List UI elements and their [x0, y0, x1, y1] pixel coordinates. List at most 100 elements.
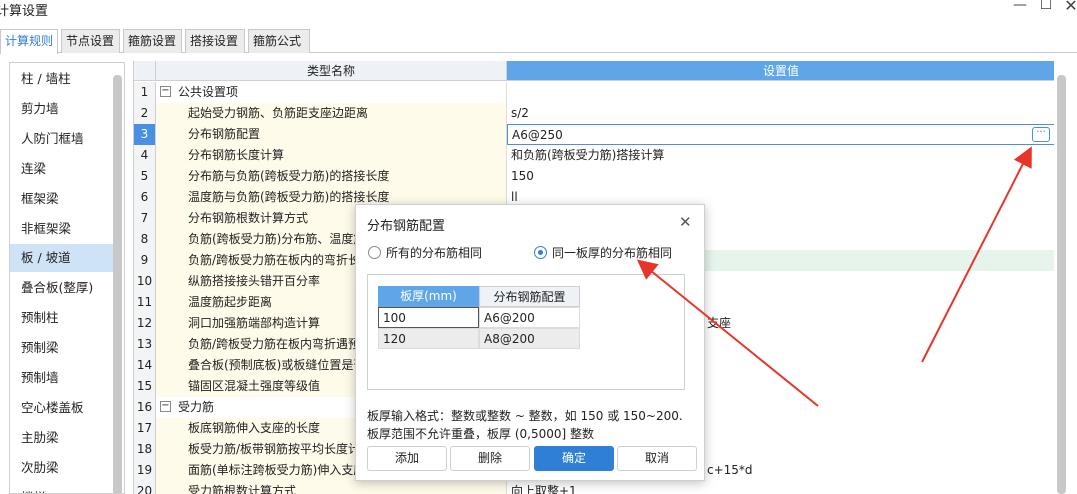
table-row[interactable]: 1 − 公共设置项 — [134, 82, 1054, 103]
collapse-icon[interactable]: − — [160, 401, 171, 412]
sidebar-item-slab-ramp[interactable]: 板 / 坡道 — [10, 244, 113, 272]
config-cell[interactable]: A6@200 — [479, 307, 580, 328]
row-name-text: 面筋(单标注跨板受力筋)伸入支座 — [188, 463, 366, 477]
table-row[interactable]: 5 分布筋与负筋(跨板受力筋)的搭接长度 150 — [134, 166, 1054, 187]
tab-lap-settings[interactable]: 搭接设置 — [185, 29, 245, 53]
row-name-text: 分布钢筋根数计算方式 — [188, 211, 309, 225]
row-number: 18 — [134, 439, 156, 460]
row-number: 1 — [134, 82, 156, 103]
row-name-text: 板底钢筋伸入支座的长度 — [188, 421, 321, 435]
delete-button[interactable]: 删除 — [450, 446, 530, 471]
more-options-button[interactable]: ··· — [1032, 127, 1050, 142]
dialog-title: 分布钢筋配置 — [367, 219, 446, 234]
row-name: 起始受力钢筋、负筋距支座边距离 — [156, 103, 507, 124]
radio-label: 同一板厚的分布筋相同 — [552, 246, 673, 260]
title-bar: 计算设置 — ☐ ✕ — [0, 0, 1077, 28]
minimize-icon[interactable]: — — [1008, 0, 1032, 13]
thickness-cell[interactable]: 100 — [378, 307, 479, 328]
row-value[interactable]: s/2 — [507, 103, 1054, 124]
tab-stirrup-settings[interactable]: 箍筋设置 — [123, 29, 182, 53]
row-name-text: 分布钢筋配置 — [188, 127, 261, 141]
row-name-text: 洞口加强筋端部构造计算 — [188, 316, 321, 330]
row-number: 4 — [134, 145, 156, 166]
row-number: 11 — [134, 292, 156, 313]
table-header-config: 分布钢筋配置 — [479, 286, 580, 307]
close-icon[interactable]: ✕ — [1059, 0, 1077, 15]
sidebar-item-frame-beam[interactable]: 框架梁 — [10, 185, 113, 213]
table-row[interactable]: 4 分布钢筋长度计算 和负筋(跨板受力筋)搭接计算 — [134, 145, 1054, 166]
row-number: 8 — [134, 229, 156, 250]
row-number: 14 — [134, 355, 156, 376]
row-number: 13 — [134, 334, 156, 355]
sidebar-item-stairs[interactable]: 楼梯 — [10, 484, 113, 493]
row-number: 2 — [134, 103, 156, 124]
config-cell[interactable]: A8@200 — [479, 328, 580, 349]
grid-scrollbar[interactable] — [1057, 75, 1066, 494]
sidebar-item-column[interactable]: 柱 / 墙柱 — [10, 65, 113, 93]
table-row[interactable]: 20 受力筋根数计算方式 向上取整+1 — [134, 481, 1054, 494]
maximize-icon[interactable]: ☐ — [1034, 0, 1058, 13]
sidebar-item-shear-wall[interactable]: 剪力墙 — [10, 95, 113, 123]
sidebar-item-main-rib-beam[interactable]: 主肋梁 — [10, 424, 113, 452]
radio-label: 所有的分布筋相同 — [386, 246, 483, 260]
dialog-close-icon[interactable]: ✕ — [679, 213, 692, 231]
row-name-text: 起始受力钢筋、负筋距支座边距离 — [188, 106, 369, 120]
row-number: 20 — [134, 481, 156, 494]
sidebar-scrollbar[interactable] — [113, 75, 122, 493]
radio-same-thickness[interactable]: 同一板厚的分布筋相同 — [534, 245, 694, 261]
row-name-text: 受力筋 — [178, 400, 215, 414]
row-value[interactable] — [507, 82, 1054, 103]
row-name: 受力筋根数计算方式 — [156, 481, 507, 494]
row-name: 分布钢筋长度计算 — [156, 145, 507, 166]
row-name: 分布筋与负筋(跨板受力筋)的搭接长度 — [156, 166, 507, 187]
row-value-text: A6@250 — [512, 128, 563, 142]
collapse-icon[interactable]: − — [160, 86, 171, 97]
cancel-button[interactable]: 取消 — [617, 446, 697, 471]
add-button[interactable]: 添加 — [367, 446, 447, 471]
distribution-rebar-dialog: 分布钢筋配置 ✕ 所有的分布筋相同 同一板厚的分布筋相同 板厚(mm) 分布钢筋… — [355, 204, 705, 481]
table-row[interactable]: 2 起始受力钢筋、负筋距支座边距离 s/2 — [134, 103, 1054, 124]
grid-header-index — [134, 61, 156, 81]
row-value-editor[interactable]: A6@250 ··· — [507, 124, 1054, 145]
row-number: 9 — [134, 250, 156, 271]
radio-all-same[interactable]: 所有的分布筋相同 — [368, 245, 518, 261]
sidebar-item-hollow-floor[interactable]: 空心楼盖板 — [10, 394, 113, 422]
row-number: 5 — [134, 166, 156, 187]
row-number: 3 — [134, 124, 156, 145]
format-hint: 板厚输入格式：整数或整数 ~ 整数，如 150 或 150~200. — [367, 409, 683, 423]
sidebar-item-precast-beam[interactable]: 预制梁 — [10, 334, 113, 362]
row-name-text: 分布钢筋长度计算 — [188, 148, 285, 162]
row-name-text: 受力筋根数计算方式 — [188, 484, 297, 494]
row-value[interactable]: 向上取整+1 — [507, 481, 1054, 494]
row-value[interactable]: 150 — [507, 166, 1054, 187]
row-name-text: 温度筋起步距离 — [188, 295, 273, 309]
row-number: 6 — [134, 187, 156, 208]
tab-node-settings[interactable]: 节点设置 — [61, 29, 120, 53]
sidebar-item-coupling-beam[interactable]: 连梁 — [10, 155, 113, 183]
table-row-selected[interactable]: 3 分布钢筋配置 A6@250 ··· — [134, 124, 1054, 145]
radio-circle[interactable] — [368, 246, 381, 259]
row-name-text: 负筋/跨板受力筋在板内弯折遇预 — [188, 337, 361, 351]
sidebar-item-precast-column[interactable]: 预制柱 — [10, 304, 113, 332]
sidebar-item-civil-defense-frame-wall[interactable]: 人防门框墙 — [10, 125, 113, 153]
component-sidebar: 柱 / 墙柱 剪力墙 人防门框墙 连梁 框架梁 非框架梁 板 / 坡道 叠合板(… — [9, 62, 125, 494]
sidebar-item-precast-wall[interactable]: 预制墙 — [10, 364, 113, 392]
sidebar-item-non-frame-beam[interactable]: 非框架梁 — [10, 215, 113, 243]
row-value[interactable]: 和负筋(跨板受力筋)搭接计算 — [507, 145, 1054, 166]
tab-calc-rules[interactable]: 计算规则 — [0, 29, 58, 54]
radio-circle-selected[interactable] — [534, 246, 547, 259]
row-name-text: 公共设置项 — [178, 85, 239, 99]
row-name: 分布钢筋配置 — [156, 124, 507, 145]
sidebar-item-secondary-rib-beam[interactable]: 次肋梁 — [10, 454, 113, 482]
range-hint: 板厚范围不允许重叠，板厚 (0,5000] 整数 — [367, 427, 594, 441]
thickness-cell[interactable]: 120 — [378, 328, 479, 349]
tab-stirrup-formula[interactable]: 箍筋公式 — [248, 29, 310, 53]
row-number: 12 — [134, 313, 156, 334]
row-name-text: 叠合板(预制底板)或板缝位置是否 — [188, 358, 366, 372]
table-header-thickness: 板厚(mm) — [378, 286, 479, 307]
row-number: 10 — [134, 271, 156, 292]
sidebar-item-composite-slab[interactable]: 叠合板(整厚) — [10, 274, 113, 302]
row-name-text: 锚固区混凝土强度等级值 — [188, 379, 321, 393]
row-name: − 公共设置项 — [156, 82, 507, 103]
ok-button[interactable]: 确定 — [534, 446, 614, 471]
